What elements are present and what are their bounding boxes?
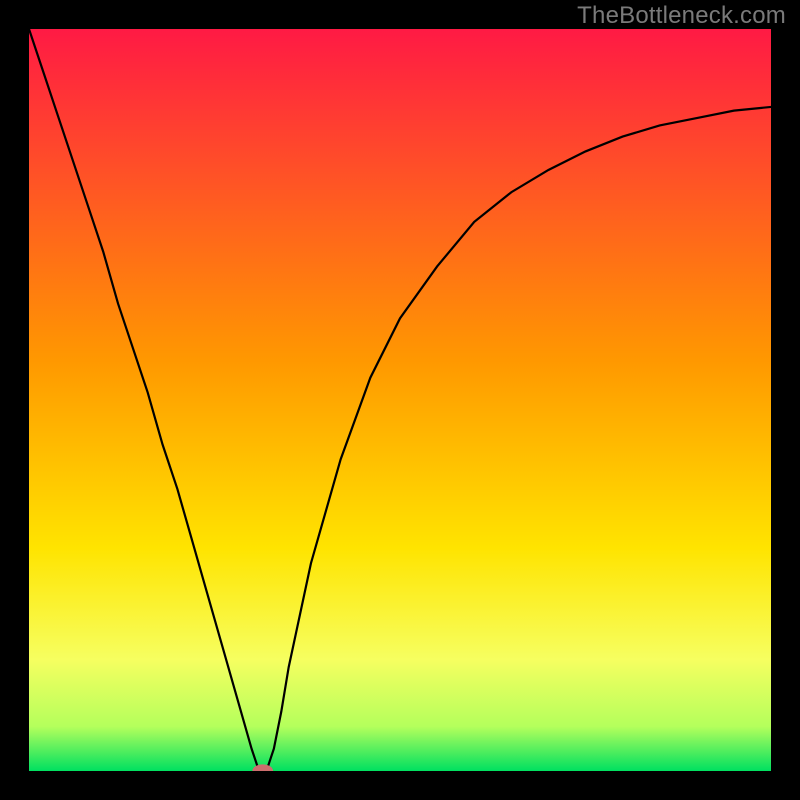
chart-svg bbox=[29, 29, 771, 771]
watermark-text: TheBottleneck.com bbox=[577, 2, 786, 30]
gradient-background bbox=[29, 29, 771, 771]
chart-frame: TheBottleneck.com bbox=[0, 0, 800, 800]
plot-area bbox=[29, 29, 771, 771]
